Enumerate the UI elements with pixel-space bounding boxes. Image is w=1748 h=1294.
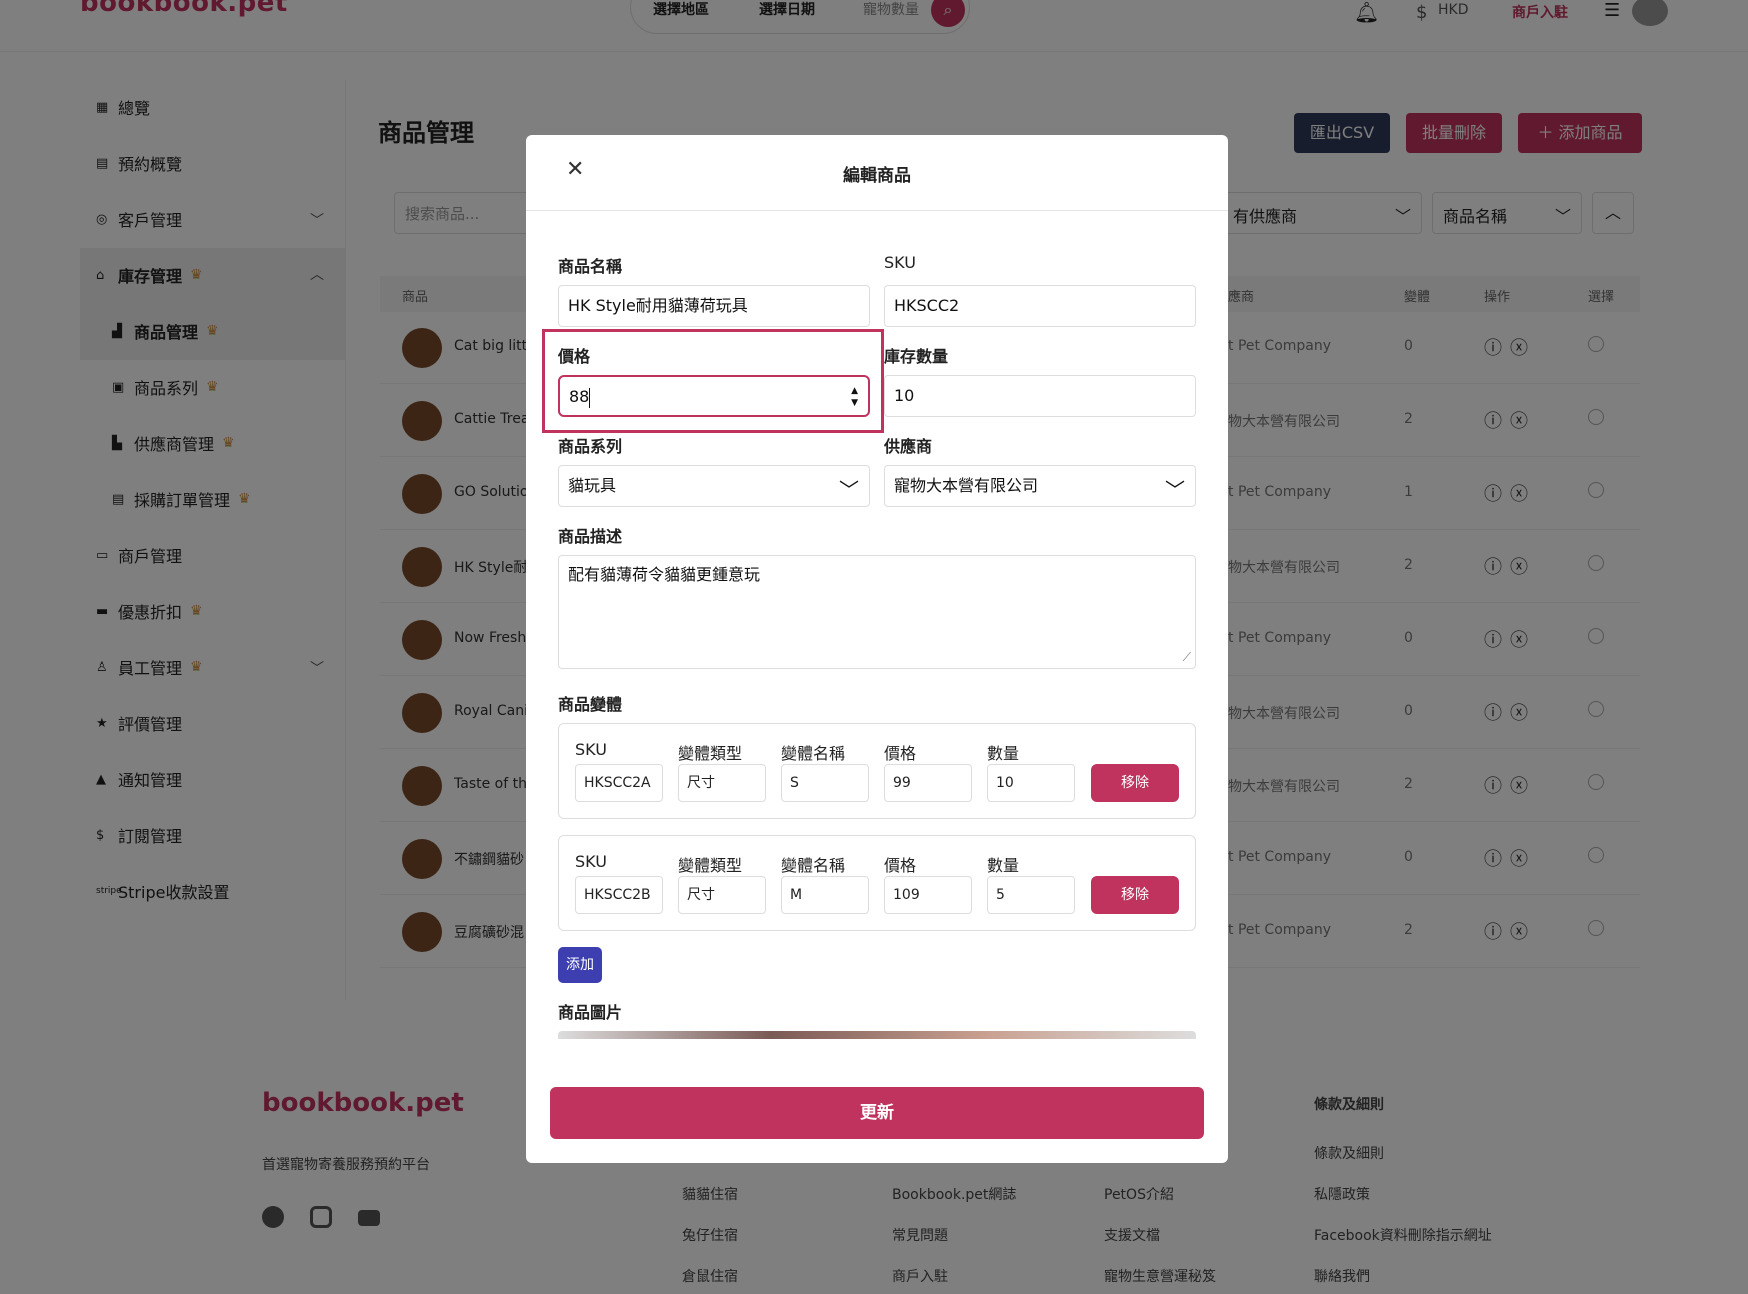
- update-button[interactable]: 更新: [550, 1087, 1204, 1139]
- product-image-preview[interactable]: [558, 1031, 1196, 1039]
- series-select[interactable]: 貓玩具 ﹀: [558, 465, 870, 507]
- variant-row: SKU 變體類型 變體名稱 價格 數量 HKSCC2A 尺寸 S 99 10 移…: [558, 723, 1196, 819]
- text-cursor: [589, 387, 591, 408]
- variant-qty-label: 數量: [987, 856, 1020, 875]
- description-label: 商品描述: [558, 527, 623, 546]
- remove-variant-button[interactable]: 移除: [1091, 876, 1179, 914]
- variant-type-input[interactable]: 尺寸: [678, 876, 766, 914]
- name-label: 商品名稱: [558, 257, 623, 276]
- add-variant-button[interactable]: 添加: [558, 947, 602, 983]
- variant-name-input[interactable]: S: [781, 764, 869, 802]
- supplier-label: 供應商: [884, 437, 933, 456]
- variant-type-label: 變體類型: [678, 856, 743, 875]
- variant-qty-input[interactable]: 5: [987, 876, 1075, 914]
- variant-price-label: 價格: [884, 744, 917, 763]
- modal-title: 編輯商品: [843, 166, 911, 186]
- variant-name-label: 變體名稱: [781, 856, 846, 875]
- variant-row: SKU 變體類型 變體名稱 價格 數量 HKSCC2B 尺寸 M 109 5 移…: [558, 835, 1196, 931]
- series-label: 商品系列: [558, 437, 623, 456]
- variant-type-label: 變體類型: [678, 744, 743, 763]
- sku-label: SKU: [884, 253, 916, 272]
- variant-sku-input[interactable]: HKSCC2B: [575, 876, 663, 914]
- variant-name-label: 變體名稱: [781, 744, 846, 763]
- variant-price-input[interactable]: 109: [884, 876, 972, 914]
- price-input[interactable]: 88 ▲ ▼: [558, 375, 870, 417]
- chevron-down-icon: ﹀: [839, 478, 859, 502]
- variant-sku-label: SKU: [575, 740, 607, 759]
- variant-sku-input[interactable]: HKSCC2A: [575, 764, 663, 802]
- stock-label: 庫存數量: [884, 347, 949, 366]
- description-textarea[interactable]: 配有貓薄荷令貓貓更鍾意玩 ⟋: [558, 555, 1196, 669]
- stock-input[interactable]: 10: [884, 375, 1196, 417]
- modal-header: ✕ 編輯商品: [526, 135, 1228, 211]
- variant-name-input[interactable]: M: [781, 876, 869, 914]
- variant-qty-label: 數量: [987, 744, 1020, 763]
- variant-type-input[interactable]: 尺寸: [678, 764, 766, 802]
- supplier-select[interactable]: 寵物大本營有限公司 ﹀: [884, 465, 1196, 507]
- edit-product-modal: ✕ 編輯商品 商品名稱 HK Style耐用貓薄荷玩具 SKU HKSCC2 價…: [526, 135, 1228, 1163]
- stepper-icon[interactable]: ▲ ▼: [851, 377, 858, 409]
- price-label: 價格: [558, 347, 591, 366]
- variant-price-label: 價格: [884, 856, 917, 875]
- remove-variant-button[interactable]: 移除: [1091, 764, 1179, 802]
- variant-price-input[interactable]: 99: [884, 764, 972, 802]
- chevron-down-icon: ﹀: [1165, 478, 1185, 502]
- images-label: 商品圖片: [558, 1003, 623, 1022]
- variants-label: 商品變體: [558, 695, 623, 714]
- variant-sku-label: SKU: [575, 852, 607, 871]
- name-input[interactable]: HK Style耐用貓薄荷玩具: [558, 285, 870, 327]
- resize-handle-icon[interactable]: ⟋: [1183, 646, 1191, 668]
- variant-qty-input[interactable]: 10: [987, 764, 1075, 802]
- sku-input[interactable]: HKSCC2: [884, 285, 1196, 327]
